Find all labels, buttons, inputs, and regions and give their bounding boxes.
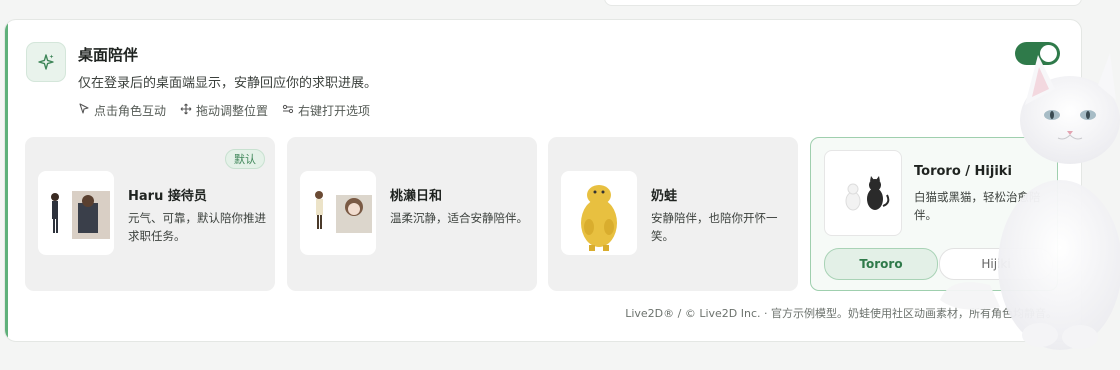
pointer-icon [78, 103, 90, 118]
character-description: 温柔沉静，适合安静陪伴。 [390, 211, 528, 225]
character-name: 奶蛙 [651, 189, 678, 204]
section-title: 桌面陪伴 [78, 46, 139, 64]
interaction-hints: 点击角色互动 拖动调整位置 右键打开选项 [78, 102, 370, 119]
sparkle-icon [26, 42, 66, 82]
hiyori-thumbnail [300, 171, 376, 255]
section-description: 仅在登录后的桌面端显示，安静回应你的求职进展。 [78, 76, 378, 91]
character-card-haru[interactable]: 默认 Haru 接待员 元气、可靠，默认陪你推进求职任务。 [25, 137, 275, 291]
haru-thumbnail [38, 171, 114, 255]
default-badge: 默认 [225, 149, 265, 169]
character-name: Tororo / Hijiki [914, 164, 1012, 179]
move-icon [180, 103, 192, 118]
character-description: 安静陪伴，也陪你开怀一笑。 [651, 211, 778, 243]
hint-click: 点击角色互动 [78, 102, 166, 119]
cats-thumbnail [824, 150, 902, 236]
character-card-frog[interactable]: 奶蛙 安静陪伴，也陪你开怀一笑。 [548, 137, 798, 291]
options-icon [282, 103, 294, 118]
toggle-knob [1040, 45, 1057, 62]
card-accent-bar [5, 20, 8, 341]
character-name: 桃濑日和 [390, 189, 443, 204]
hint-label: 点击角色互动 [94, 104, 167, 118]
hint-label: 拖动调整位置 [196, 104, 269, 118]
footer-note: Live2D® / © Live2D Inc. · 官方示例模型。奶蛙使用社区动… [625, 307, 1057, 320]
character-card-cats[interactable]: Tororo / Hijiki 白猫或黑猫，轻松治愈陪伴。 Tororo Hij… [810, 137, 1058, 291]
previous-card-edge [604, 0, 1082, 6]
variant-hijiki-button[interactable]: Hijiki [939, 248, 1053, 280]
companion-toggle[interactable] [1015, 42, 1060, 65]
frog-thumbnail [561, 171, 637, 255]
variant-tororo-button[interactable]: Tororo [824, 248, 938, 280]
desktop-companion-card: 桌面陪伴 仅在登录后的桌面端显示，安静回应你的求职进展。 点击角色互动 拖动调整… [4, 19, 1082, 342]
hint-right-click: 右键打开选项 [282, 102, 370, 119]
character-description: 元气、可靠，默认陪你推进求职任务。 [128, 211, 266, 243]
hint-label: 右键打开选项 [298, 104, 371, 118]
character-name: Haru 接待员 [128, 189, 207, 204]
character-card-hiyori[interactable]: 桃濑日和 温柔沉静，适合安静陪伴。 [287, 137, 537, 291]
hint-drag: 拖动调整位置 [180, 102, 268, 119]
character-description: 白猫或黑猫，轻松治愈陪伴。 [914, 190, 1041, 222]
